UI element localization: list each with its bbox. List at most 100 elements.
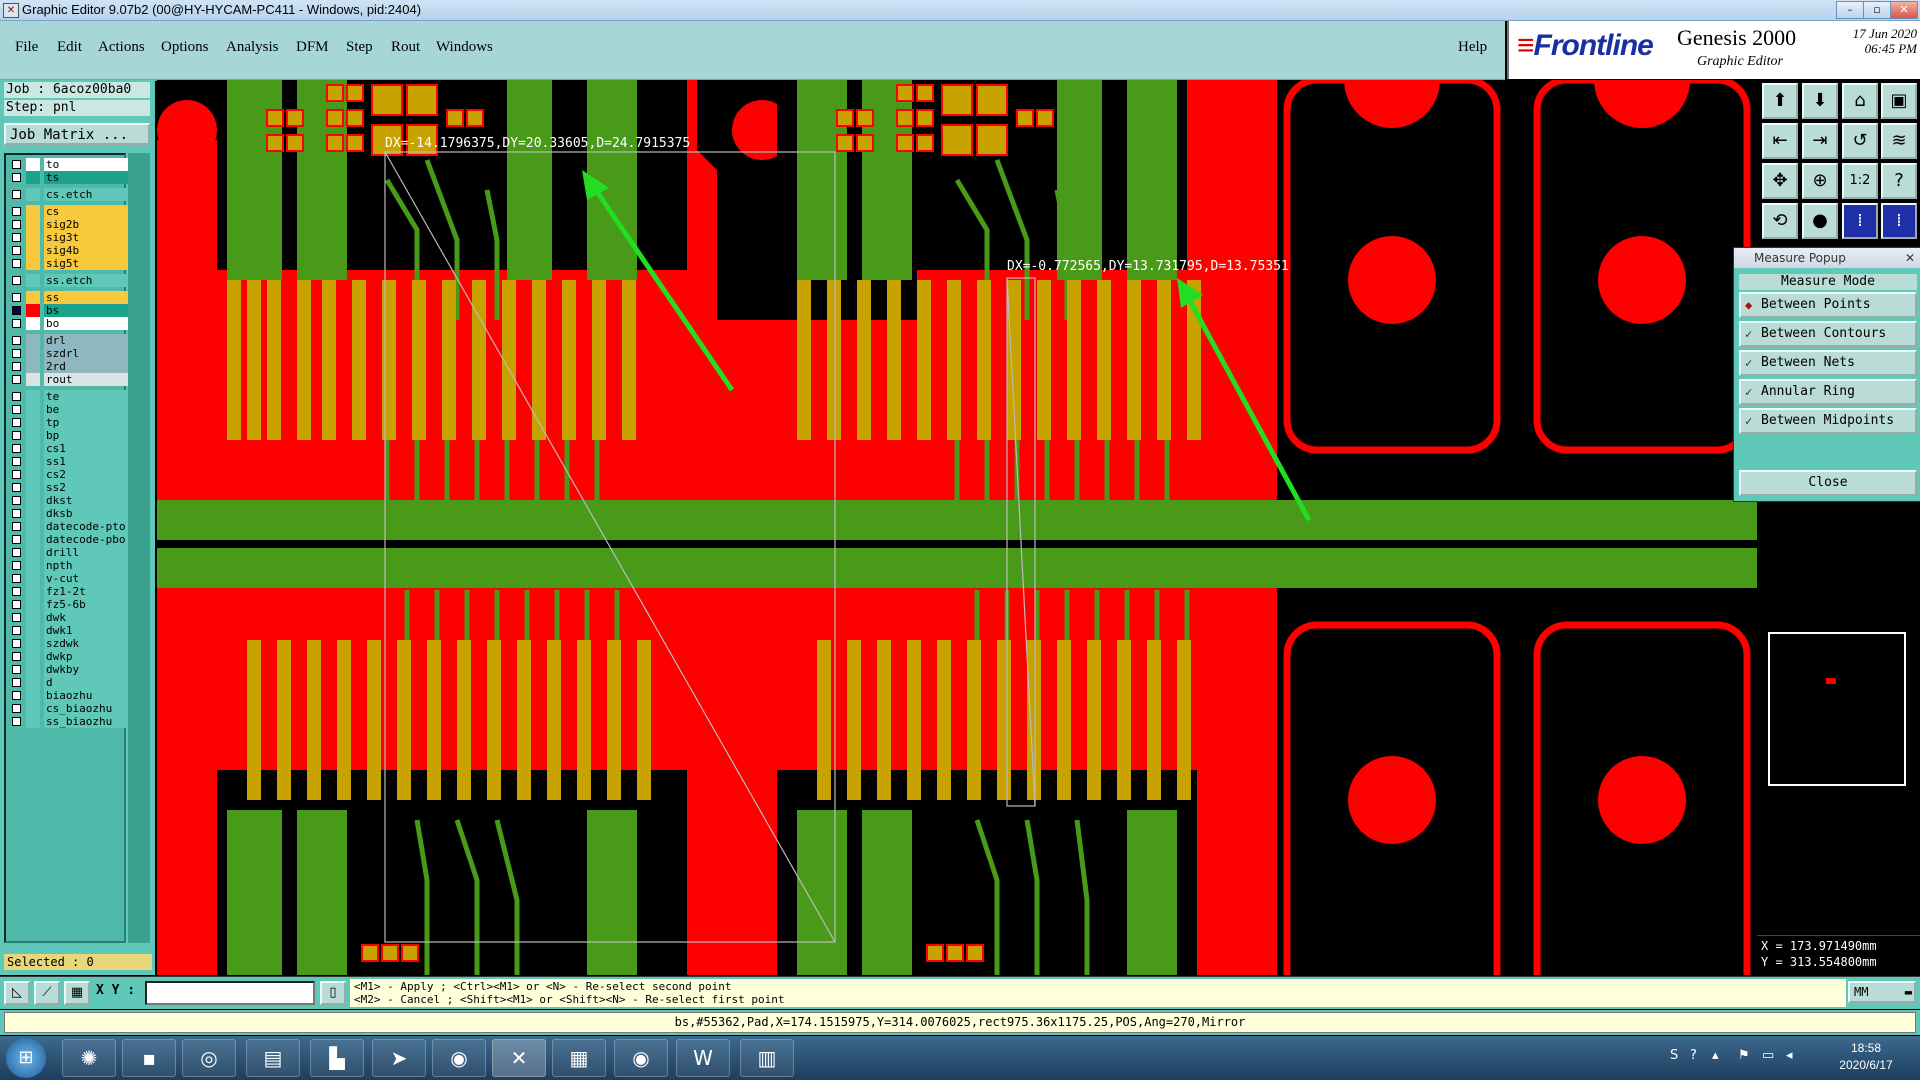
layer-checkbox[interactable] (12, 678, 21, 687)
fit-icon[interactable]: ✥ (1762, 163, 1798, 199)
probe-icon[interactable]: ● (1802, 203, 1838, 239)
taskbar-app-cad-icon[interactable]: ◎ (182, 1039, 236, 1077)
redraw-icon[interactable]: ↺ (1842, 123, 1878, 159)
layer-checkbox[interactable] (12, 652, 21, 661)
measure-close-button[interactable]: Close (1739, 470, 1917, 496)
layer-row-ss1[interactable]: ss1 (8, 455, 128, 469)
layer-checkbox[interactable] (12, 173, 21, 182)
info-icon[interactable]: ▯ (320, 981, 346, 1005)
layer-checkbox[interactable] (12, 375, 21, 384)
layer-row-datecode-pto[interactable]: datecode-pto (8, 520, 128, 534)
layer-row-cs1[interactable]: cs1 (8, 442, 128, 456)
layer-checkbox[interactable] (12, 220, 21, 229)
mode-between-points[interactable]: ◆ Between Points (1739, 292, 1917, 318)
layer-checkbox[interactable] (12, 496, 21, 505)
layer-checkbox[interactable] (12, 535, 21, 544)
layer-checkbox[interactable] (12, 587, 21, 596)
menu-rout[interactable]: Rout (391, 39, 420, 56)
snap-icon[interactable]: ≋ (1881, 123, 1917, 159)
layer-checkbox[interactable] (12, 259, 21, 268)
layer-row-cs.etch[interactable]: cs.etch (8, 188, 128, 202)
taskbar-app-excel-icon[interactable]: ▦ (552, 1039, 606, 1077)
layer-row-bs[interactable]: bs (8, 304, 128, 318)
mode-between-nets[interactable]: ✓ Between Nets (1739, 350, 1917, 376)
layer-row-sig4b[interactable]: sig4b (8, 244, 128, 258)
scale-icon[interactable]: 1:2 (1842, 163, 1878, 199)
mode-annular-ring[interactable]: ✓ Annular Ring (1739, 379, 1917, 405)
layer-row-ss[interactable]: ss (8, 291, 128, 305)
menu-dfm[interactable]: DFM (296, 39, 329, 56)
measure-popup-titlebar[interactable]: Measure Popup ✕ (1734, 248, 1920, 268)
layer-row-ss.etch[interactable]: ss.etch (8, 274, 128, 288)
taskbar-app-viewer-icon[interactable]: ◉ (614, 1039, 668, 1077)
layer-checkbox[interactable] (12, 319, 21, 328)
layer-row-to[interactable]: to (8, 158, 128, 172)
layer-row-drill[interactable]: drill (8, 546, 128, 560)
taskbar-app-notepad-icon[interactable]: ▤ (246, 1039, 300, 1077)
snap-mode-icon[interactable]: ◺ (4, 981, 30, 1005)
drc-icon[interactable]: ⁞ (1881, 203, 1917, 239)
zoom-up-icon[interactable]: ⬆ (1762, 83, 1798, 119)
layer-row-d[interactable]: d (8, 676, 128, 690)
layer-checkbox[interactable] (12, 276, 21, 285)
layer-row-drl[interactable]: drl (8, 334, 128, 348)
layer-checkbox[interactable] (12, 717, 21, 726)
menu-file[interactable]: File (15, 39, 38, 56)
layer-row-te[interactable]: te (8, 390, 128, 404)
tray-help-icon[interactable]: ? (1690, 1048, 1697, 1063)
menu-options[interactable]: Options (161, 39, 209, 56)
overview-map[interactable] (1768, 632, 1906, 786)
close-window-button[interactable]: ✕ (1890, 1, 1918, 19)
menu-help[interactable]: Help (1458, 39, 1487, 56)
layer-checkbox[interactable] (12, 483, 21, 492)
taskbar-app-eye-icon[interactable]: ◉ (432, 1039, 486, 1077)
units-button[interactable]: MM ▬ (1848, 981, 1916, 1003)
layer-checkbox[interactable] (12, 457, 21, 466)
taskbar-app-calculator-icon[interactable]: ▥ (740, 1039, 794, 1077)
layer-checkbox[interactable] (12, 431, 21, 440)
menu-step[interactable]: Step (346, 39, 373, 56)
layer-checkbox[interactable] (12, 665, 21, 674)
layer-row-dksb[interactable]: dksb (8, 507, 128, 521)
minimize-button[interactable]: – (1836, 1, 1864, 19)
layer-checkbox[interactable] (12, 600, 21, 609)
measure-icon[interactable]: ⟲ (1762, 203, 1798, 239)
layer-row-cs2[interactable]: cs2 (8, 468, 128, 482)
layer-checkbox[interactable] (12, 306, 21, 315)
layer-checkbox[interactable] (12, 522, 21, 531)
layer-checkbox[interactable] (12, 362, 21, 371)
home-icon[interactable]: ⌂ (1842, 83, 1878, 119)
graphic-canvas[interactable]: DX=-14.1796375,DY=20.33605,D=24.7915375 … (157, 80, 1757, 975)
layer-row-cs_biaozhu[interactable]: cs_biaozhu (8, 702, 128, 716)
layer-row-ss_biaozhu[interactable]: ss_biaozhu (8, 715, 128, 729)
start-button[interactable]: ⊞ (6, 1038, 46, 1078)
layer-checkbox[interactable] (12, 704, 21, 713)
layer-row-fz5-6b[interactable]: fz5-6b (8, 598, 128, 612)
layer-checkbox[interactable] (12, 392, 21, 401)
layer-row-npth[interactable]: npth (8, 559, 128, 573)
layer-row-v-cut[interactable]: v-cut (8, 572, 128, 586)
help-icon[interactable]: ? (1881, 163, 1917, 199)
layer-checkbox[interactable] (12, 349, 21, 358)
taskbar-app-word-icon[interactable]: W (676, 1039, 730, 1077)
tray-volume-icon[interactable]: ◂ (1786, 1048, 1793, 1063)
menu-edit[interactable]: Edit (57, 39, 82, 56)
layer-checkbox[interactable] (12, 613, 21, 622)
snap-angle-icon[interactable]: ⟋ (34, 981, 60, 1005)
layer-row-bo[interactable]: bo (8, 317, 128, 331)
layer-checkbox[interactable] (12, 626, 21, 635)
layer-row-dwk[interactable]: dwk (8, 611, 128, 625)
job-matrix-button[interactable]: Job Matrix ... (4, 123, 150, 145)
layer-row-2rd[interactable]: 2rd (8, 360, 128, 374)
taskbar-app-shell-icon[interactable]: ✺ (62, 1039, 116, 1077)
menu-actions[interactable]: Actions (98, 39, 145, 56)
layer-row-sig5t[interactable]: sig5t (8, 257, 128, 271)
layer-row-szdrl[interactable]: szdrl (8, 347, 128, 361)
close-icon[interactable]: ✕ (1905, 248, 1915, 268)
layer-row-biaozhu[interactable]: biaozhu (8, 689, 128, 703)
taskbar-clock[interactable]: 18:58 2020/6/17 (1814, 1040, 1918, 1074)
taskbar-app-bird-icon[interactable]: ➤ (372, 1039, 426, 1077)
layer-row-sig3t[interactable]: sig3t (8, 231, 128, 245)
layer-row-dwkby[interactable]: dwkby (8, 663, 128, 677)
layer-checkbox[interactable] (12, 336, 21, 345)
